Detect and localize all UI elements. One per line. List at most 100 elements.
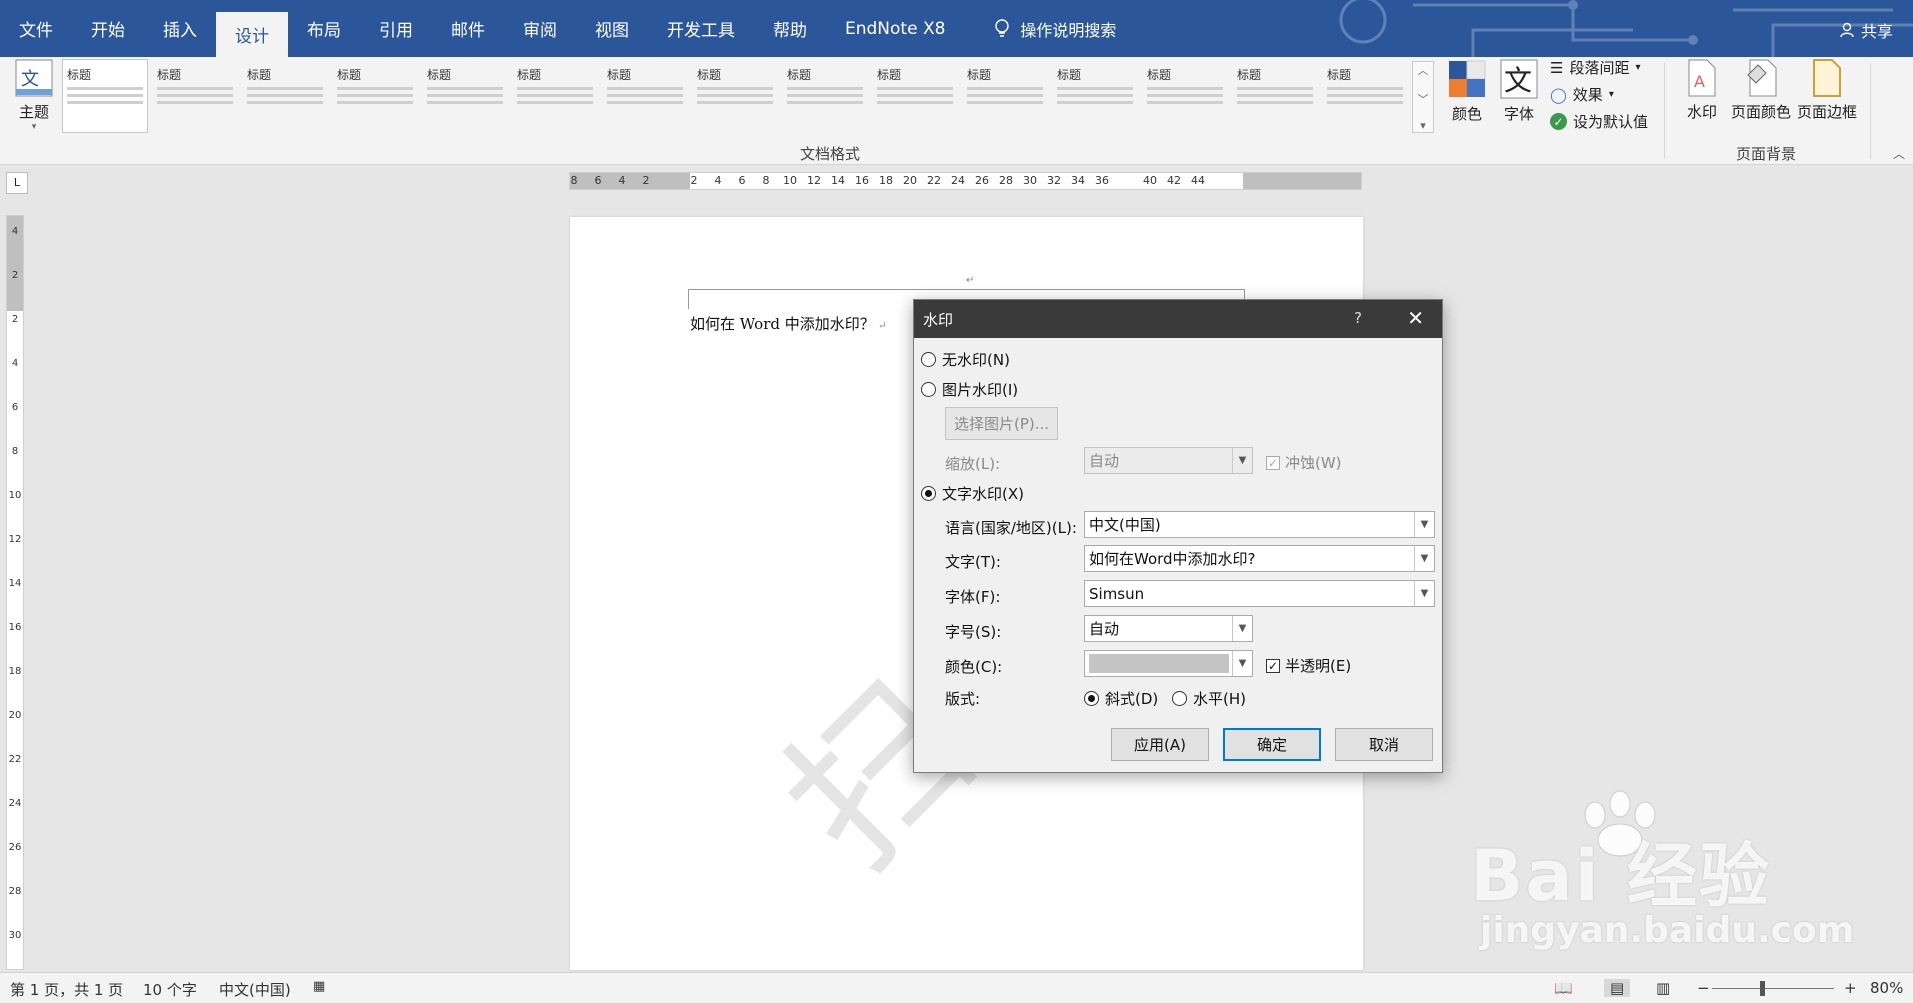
ok-button[interactable]: 确定 (1223, 728, 1321, 761)
tab-10[interactable]: 帮助 (754, 0, 826, 57)
zoom-in-icon[interactable]: + (1844, 979, 1857, 997)
style-set-item[interactable]: 标题 (692, 59, 778, 133)
colors-button[interactable]: 颜色 (1445, 59, 1489, 124)
style-set-item[interactable]: 标题 (242, 59, 328, 133)
chevron-up-icon[interactable]: ︿ (1418, 62, 1429, 78)
horizontal-label[interactable]: 水平(H) (1193, 688, 1246, 709)
chevron-down-icon[interactable]: ▼ (1414, 512, 1434, 537)
dialog-title-bar[interactable]: 水印 ? ✕ (914, 300, 1442, 338)
macro-record-icon[interactable]: ▦ (313, 979, 325, 994)
no-watermark-radio[interactable] (921, 352, 936, 367)
color-picker[interactable]: ▼ (1084, 650, 1253, 677)
tab-11[interactable]: EndNote X8 (826, 0, 964, 57)
text-watermark-radio[interactable] (921, 486, 936, 501)
set-default-button[interactable]: ✓ 设为默认值 (1550, 111, 1648, 132)
tab-3[interactable]: 设计 (216, 8, 288, 57)
vertical-ruler[interactable]: 4 2 2 4 6 8 10 12 14 16 18 20 22 24 26 28 30 (6, 215, 24, 970)
chevron-down-icon[interactable]: ﹀ (1418, 91, 1429, 107)
style-set-item[interactable]: 标题 (872, 59, 958, 133)
style-set-item[interactable]: 标题 (1322, 59, 1408, 133)
tab-selector-button[interactable]: L (6, 172, 28, 194)
read-mode-icon[interactable]: 📖 (1554, 979, 1573, 997)
select-picture-button[interactable]: 选择图片(P)... (945, 407, 1058, 440)
picture-watermark-label[interactable]: 图片水印(I) (942, 379, 1018, 400)
document-paragraph[interactable]: 如何在 Word 中添加水印？ ↵ (690, 313, 887, 334)
washout-checkbox[interactable]: ✓ 冲蚀(W) (1266, 452, 1342, 473)
word-count[interactable]: 10 个字 (143, 979, 197, 1000)
style-set-item[interactable]: 标题 (512, 59, 598, 133)
gallery-more-icon[interactable]: ▾ (1420, 119, 1426, 132)
effects-button[interactable]: ◯ 效果 ▾ (1550, 84, 1614, 105)
horizontal-option[interactable]: 水平(H) (1172, 688, 1246, 709)
washout-check-icon[interactable]: ✓ (1266, 455, 1280, 470)
collapse-ribbon-icon[interactable]: ︿ (1893, 145, 1905, 162)
picture-watermark-radio[interactable] (921, 382, 936, 397)
no-watermark-label[interactable]: 无水印(N) (942, 349, 1010, 370)
language-status[interactable]: 中文(中国) (219, 979, 291, 1000)
style-set-item[interactable]: 标题 (332, 59, 418, 133)
chevron-down-icon[interactable]: ▼ (1414, 581, 1434, 606)
semitransparent-label[interactable]: 半透明(E) (1285, 655, 1351, 676)
close-icon[interactable]: ✕ (1407, 306, 1424, 330)
tab-7[interactable]: 审阅 (504, 0, 576, 57)
paragraph-spacing-button[interactable]: ☰ 段落间距 ▾ (1550, 57, 1641, 78)
tab-0[interactable]: 文件 (0, 0, 72, 57)
watermark-text-combobox[interactable]: 如何在Word中添加水印? ▼ (1084, 545, 1435, 572)
share-button[interactable]: 共享 (1839, 18, 1893, 42)
web-layout-icon[interactable]: ▥ (1656, 979, 1670, 997)
page-border-button[interactable]: 页面边框 (1794, 59, 1860, 122)
gallery-scroll[interactable]: ︿ ﹀ ▾ (1412, 61, 1434, 133)
tab-4[interactable]: 布局 (288, 0, 360, 57)
cancel-button[interactable]: 取消 (1335, 728, 1433, 761)
horizontal-radio[interactable] (1172, 691, 1187, 706)
style-set-item[interactable]: 标题 (152, 59, 238, 133)
chevron-down-icon[interactable]: ▼ (1232, 448, 1252, 473)
semitransparent-check-icon[interactable]: ✓ (1266, 658, 1280, 673)
size-select[interactable]: 自动 ▼ (1084, 615, 1253, 642)
tab-2[interactable]: 插入 (144, 0, 216, 57)
tab-1[interactable]: 开始 (72, 0, 144, 57)
zoom-slider-thumb[interactable] (1760, 981, 1765, 996)
theme-button[interactable]: 文 主题 ▾ (14, 59, 54, 132)
page-color-button[interactable]: 页面颜色 (1728, 59, 1794, 122)
zoom-slider-track[interactable] (1712, 988, 1834, 989)
zoom-out-icon[interactable]: − (1697, 979, 1710, 997)
watermark-button[interactable]: A 水印 (1684, 59, 1720, 122)
style-set-item[interactable]: 标题 (1142, 59, 1228, 133)
semitransparent-checkbox[interactable]: ✓ 半透明(E) (1266, 655, 1351, 676)
diagonal-radio[interactable] (1084, 691, 1099, 706)
text-watermark-option[interactable]: 文字水印(X) (921, 483, 1024, 504)
scale-select[interactable]: 自动 ▼ (1084, 447, 1253, 474)
apply-button[interactable]: 应用(A) (1111, 728, 1209, 761)
tab-5[interactable]: 引用 (360, 0, 432, 57)
style-set-item[interactable]: 标题 (602, 59, 688, 133)
language-select[interactable]: 中文(中国) ▼ (1084, 511, 1435, 538)
picture-watermark-option[interactable]: 图片水印(I) (921, 379, 1018, 400)
style-set-item[interactable]: 标题 (62, 59, 148, 133)
text-watermark-label[interactable]: 文字水印(X) (942, 483, 1024, 504)
fonts-button[interactable]: 文 字体 (1499, 59, 1539, 124)
style-set-item[interactable]: 标题 (1052, 59, 1138, 133)
washout-label[interactable]: 冲蚀(W) (1285, 452, 1342, 473)
watermark-text-value[interactable]: 如何在Word中添加水印? (1089, 548, 1256, 569)
print-layout-icon[interactable]: ▤ (1604, 979, 1631, 997)
no-watermark-option[interactable]: 无水印(N) (921, 349, 1010, 370)
horizontal-ruler[interactable]: 8 6 4 2 2 4 6 8 10 12 14 16 18 20 22 24 26 28 30 32 34 36 40 42… (569, 172, 1362, 190)
diagonal-label[interactable]: 斜式(D) (1105, 688, 1158, 709)
font-select[interactable]: Simsun ▼ (1084, 580, 1435, 607)
help-button[interactable]: ? (1354, 309, 1362, 327)
tab-8[interactable]: 视图 (576, 0, 648, 57)
page-count[interactable]: 第 1 页，共 1 页 (10, 979, 123, 1000)
chevron-down-icon[interactable]: ▼ (1232, 616, 1252, 641)
tell-me-search[interactable]: 操作说明搜索 (964, 0, 1116, 57)
tab-6[interactable]: 邮件 (432, 0, 504, 57)
style-set-item[interactable]: 标题 (962, 59, 1048, 133)
style-set-item[interactable]: 标题 (782, 59, 868, 133)
chevron-down-icon[interactable]: ▼ (1232, 651, 1252, 676)
style-set-item[interactable]: 标题 (422, 59, 508, 133)
tab-9[interactable]: 开发工具 (648, 0, 754, 57)
diagonal-option[interactable]: 斜式(D) (1084, 688, 1158, 709)
chevron-down-icon[interactable]: ▼ (1414, 546, 1434, 571)
style-set-item[interactable]: 标题 (1232, 59, 1318, 133)
zoom-level[interactable]: 80% (1870, 979, 1903, 997)
